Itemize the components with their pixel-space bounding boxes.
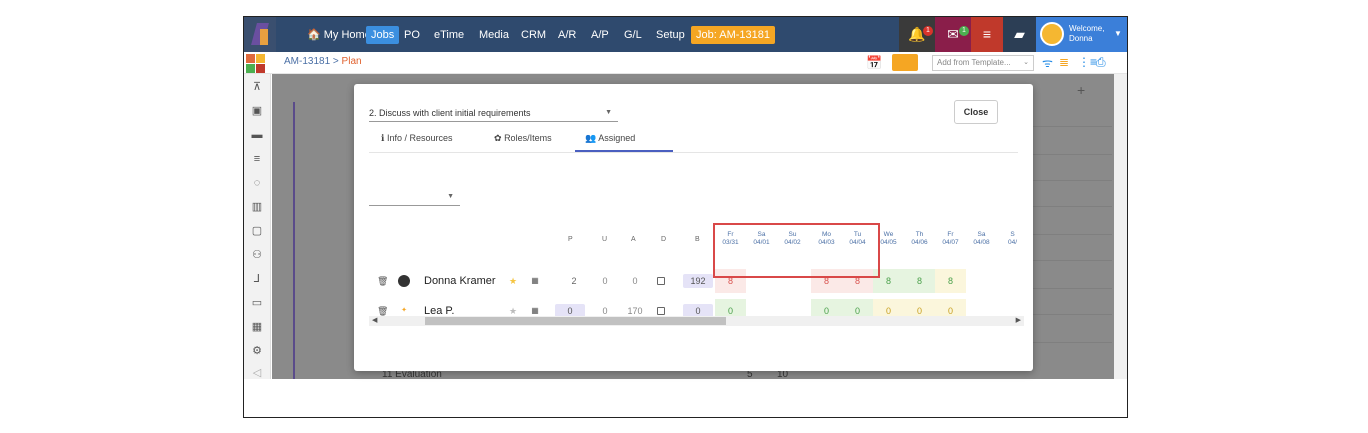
nav-etime[interactable]: eTime	[429, 26, 469, 44]
day-cell[interactable]: 8	[935, 269, 966, 293]
calendar-icon[interactable]: ▦	[529, 269, 541, 293]
database-icon[interactable]: ≡	[971, 17, 1003, 52]
filter-select[interactable]: ▼	[369, 190, 460, 206]
template-select[interactable]: Add from Template... ⌄	[932, 55, 1034, 71]
nav-ap[interactable]: A/P	[586, 26, 614, 44]
nav-po[interactable]: PO	[399, 26, 425, 44]
day-cell[interactable]: 8	[904, 269, 935, 293]
calendar-grid-icon[interactable]: ▦	[250, 320, 264, 334]
value-u: 0	[602, 276, 608, 286]
highlight-box	[713, 223, 880, 278]
avatar	[397, 269, 411, 293]
vertical-scrollbar[interactable]	[1114, 74, 1127, 379]
user-menu[interactable]: Welcome, Donna ▼	[1036, 17, 1127, 52]
avatar	[1040, 22, 1064, 46]
rss-icon[interactable]: ᯤ	[1042, 54, 1053, 71]
tab-info-resources[interactable]: ℹ Info / Resources	[371, 128, 462, 152]
org-chart-icon[interactable]: ⊼	[250, 80, 264, 94]
tab-assigned[interactable]: 👥 Assigned	[575, 128, 673, 152]
chevron-down-icon: ⌄	[1023, 59, 1029, 66]
job-button[interactable]: Job: AM-13181	[691, 26, 775, 44]
horizontal-scrollbar[interactable]: ◀ ▶	[369, 316, 1024, 326]
col-header-d: D	[661, 236, 667, 243]
scroll-thumb[interactable]	[425, 317, 726, 325]
day-header: Th 04/06	[911, 231, 928, 246]
add-icon[interactable]: +	[1077, 82, 1085, 98]
task-select[interactable]: 2. Discuss with client initial requireme…	[369, 106, 618, 122]
gears-icon[interactable]: ⚙	[250, 344, 264, 358]
day-header: Sa 04/08	[973, 231, 990, 246]
tab-roles-items[interactable]: ✿ Roles/Items	[484, 128, 562, 152]
nav-jobs[interactable]: Jobs	[366, 26, 400, 44]
nav-gl[interactable]: G/L	[619, 26, 647, 44]
nav-setup[interactable]: Setup	[651, 26, 690, 44]
day-cell[interactable]	[966, 269, 997, 293]
chevron-down-icon: ▼	[1114, 29, 1122, 38]
app-window: 🏠 My Home Jobs PO eTime Media CRM A/R A/…	[243, 16, 1128, 418]
nav-ar[interactable]: A/R	[553, 26, 581, 44]
mail-icon[interactable]: ✉ 1	[935, 17, 971, 52]
image-icon[interactable]: ▣	[250, 104, 264, 118]
assignment-modal: 2. Discuss with client initial requireme…	[354, 84, 1033, 371]
gantt-icon[interactable]: ≣	[1059, 55, 1069, 69]
checkbox-d[interactable]	[657, 277, 665, 285]
outline-icon[interactable]: ⋮≡	[1078, 55, 1097, 69]
breadcrumb-bar: AM-13181 > Plan 📅 Add from Template... ⌄ …	[244, 52, 1127, 74]
folder-icon[interactable]: ▬	[250, 128, 264, 142]
nav-media[interactable]: Media	[474, 26, 514, 44]
calendar-gift-icon[interactable]: 📅	[866, 55, 882, 71]
left-sidebar: ⊼ ▣ ▬ ≡ ◌ ▥ ▢ ⚇ ⅃ ▭ ▦ ⚙ ◁	[244, 74, 271, 379]
users-icon[interactable]: ⚇	[250, 248, 264, 262]
cube-icon: ✿	[494, 133, 502, 143]
book-icon[interactable]: ▰	[1003, 17, 1036, 52]
value-p: 2	[571, 276, 577, 286]
scroll-left-icon[interactable]: ◀	[372, 316, 377, 326]
star-icon[interactable]: ★	[507, 269, 519, 293]
breadcrumb: AM-13181 > Plan	[284, 56, 362, 67]
map-icon[interactable]: ▥	[250, 200, 264, 214]
day-header: Fr 04/07	[942, 231, 959, 246]
day-header: S 04/	[1007, 231, 1018, 246]
list-icon[interactable]: ≡	[250, 152, 264, 166]
info-icon: ℹ	[381, 133, 385, 143]
comment-icon[interactable]: ◌	[250, 176, 264, 190]
col-header-u: U	[602, 236, 608, 243]
calendar-icon[interactable]: ▢	[250, 224, 264, 238]
close-button[interactable]: Close	[954, 100, 998, 124]
resource-name[interactable]: Donna Kramer	[424, 269, 496, 293]
caret-down-icon: ▼	[447, 193, 454, 200]
breadcrumb-current: Plan	[341, 56, 362, 67]
col-header-a: A	[631, 236, 636, 243]
scroll-right-icon[interactable]: ▶	[1016, 316, 1021, 326]
caret-down-icon: ▼	[605, 109, 612, 116]
app-grid-icon[interactable]	[246, 54, 266, 74]
col-header-b: B	[695, 236, 700, 243]
top-navbar: 🏠 My Home Jobs PO eTime Media CRM A/R A/…	[244, 17, 1127, 52]
day-cell[interactable]	[997, 269, 1028, 293]
welcome-text: Welcome, Donna	[1069, 24, 1105, 43]
col-header-p: P	[568, 236, 573, 243]
breadcrumb-parent[interactable]: AM-13181	[284, 56, 330, 67]
value-a: 0	[632, 276, 638, 286]
nav-my-home[interactable]: 🏠 My Home	[302, 26, 376, 44]
money-icon[interactable]: ▭	[250, 296, 264, 310]
collapse-icon[interactable]: ◁	[250, 366, 264, 380]
signal-icon[interactable]: ⅃	[250, 272, 264, 286]
delete-icon[interactable]: 🗑	[377, 269, 388, 293]
checkbox-d[interactable]	[657, 307, 665, 315]
users-icon: 👥	[585, 133, 597, 143]
nav-crm[interactable]: CRM	[516, 26, 551, 44]
print-icon[interactable]: ⎙	[1096, 55, 1106, 70]
plan-view-button[interactable]	[892, 54, 918, 71]
assignment-row: 🗑 Donna Kramer ★ ▦ 2 0 0 192 888888	[369, 269, 1019, 293]
notifications-bell-icon[interactable]: 🔔 1	[899, 17, 935, 52]
value-b: 192	[683, 274, 713, 288]
app-logo[interactable]	[244, 17, 276, 52]
